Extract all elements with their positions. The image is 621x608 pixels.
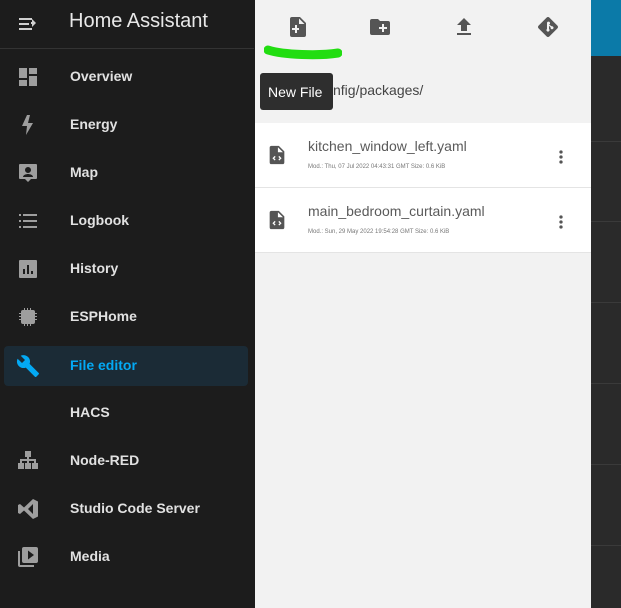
path-text: nfig/packages/ [333,82,424,98]
sidebar-item-label: HACS [70,404,110,420]
new-folder-button[interactable] [364,12,396,44]
git-button[interactable] [532,12,564,44]
sidebar-item-label: Overview [70,68,133,84]
more-vert-icon[interactable] [551,212,571,232]
file-row[interactable]: kitchen_window_left.yaml Mod.: Thu, 07 J… [255,123,591,188]
more-vert-icon[interactable] [551,147,571,167]
sidebar-item-label: History [70,260,119,276]
vscode-icon [16,497,40,521]
sidebar-item-esphome[interactable]: ESPHome [4,297,248,337]
code-file-icon [266,209,288,236]
sidebar-item-overview[interactable]: Overview [4,57,248,97]
new-file-tooltip: New File [260,73,333,110]
account-box-icon [16,161,40,185]
sidebar-header: Home Assistant [0,0,254,49]
dashboard-icon [16,65,40,89]
new-file-button[interactable] [280,12,312,44]
sidebar: Home Assistant Overview Energy Map Logbo… [0,0,255,608]
menu-collapse-icon[interactable] [16,12,40,36]
file-meta: Mod.: Thu, 07 Jul 2022 04:43:31 GMT Size… [308,164,446,170]
divider [591,141,621,142]
chart-box-icon [16,257,40,281]
lightning-bolt-icon [16,113,40,137]
sidebar-item-logbook[interactable]: Logbook [4,201,248,241]
wrench-icon [16,354,40,378]
sidebar-item-label: Map [70,164,98,180]
sidebar-item-map[interactable]: Map [4,153,248,193]
file-row[interactable]: main_bedroom_curtain.yaml Mod.: Sun, 29 … [255,188,591,253]
background-header [591,0,621,56]
sidebar-item-file-editor[interactable]: File editor [4,346,248,386]
divider [591,464,621,465]
sidebar-item-history[interactable]: History [4,249,248,289]
app-title: Home Assistant [69,10,208,32]
code-file-icon [266,144,288,171]
sidebar-item-label: Energy [70,116,118,132]
chip-icon [16,305,40,329]
file-meta: Mod.: Sun, 29 May 2022 19:54:28 GMT Size… [308,229,450,235]
background-panel [591,0,621,608]
highlight-annotation [264,45,342,60]
sidebar-item-label: Logbook [70,212,130,228]
upload-button[interactable] [448,12,480,44]
play-box-icon [16,545,40,569]
divider [591,383,621,384]
list-icon [16,209,40,233]
tooltip-text: New File [268,84,323,100]
sidebar-item-label: Media [70,548,110,564]
sidebar-item-node-red[interactable]: Node-RED [4,441,248,481]
sidebar-item-energy[interactable]: Energy [4,105,248,145]
file-name: main_bedroom_curtain.yaml [308,203,485,219]
divider [591,221,621,222]
sidebar-item-label: ESPHome [70,308,137,324]
sidebar-item-studio-code-server[interactable]: Studio Code Server [4,489,248,529]
sitemap-icon [16,449,40,473]
sidebar-item-label: File editor [70,357,137,373]
divider [591,302,621,303]
sidebar-item-hacs[interactable]: HACS [4,393,248,433]
sidebar-item-media[interactable]: Media [4,537,248,577]
sidebar-item-label: Studio Code Server [70,500,200,516]
sidebar-item-label: Node-RED [70,452,140,468]
file-name: kitchen_window_left.yaml [308,138,467,154]
divider [591,545,621,546]
